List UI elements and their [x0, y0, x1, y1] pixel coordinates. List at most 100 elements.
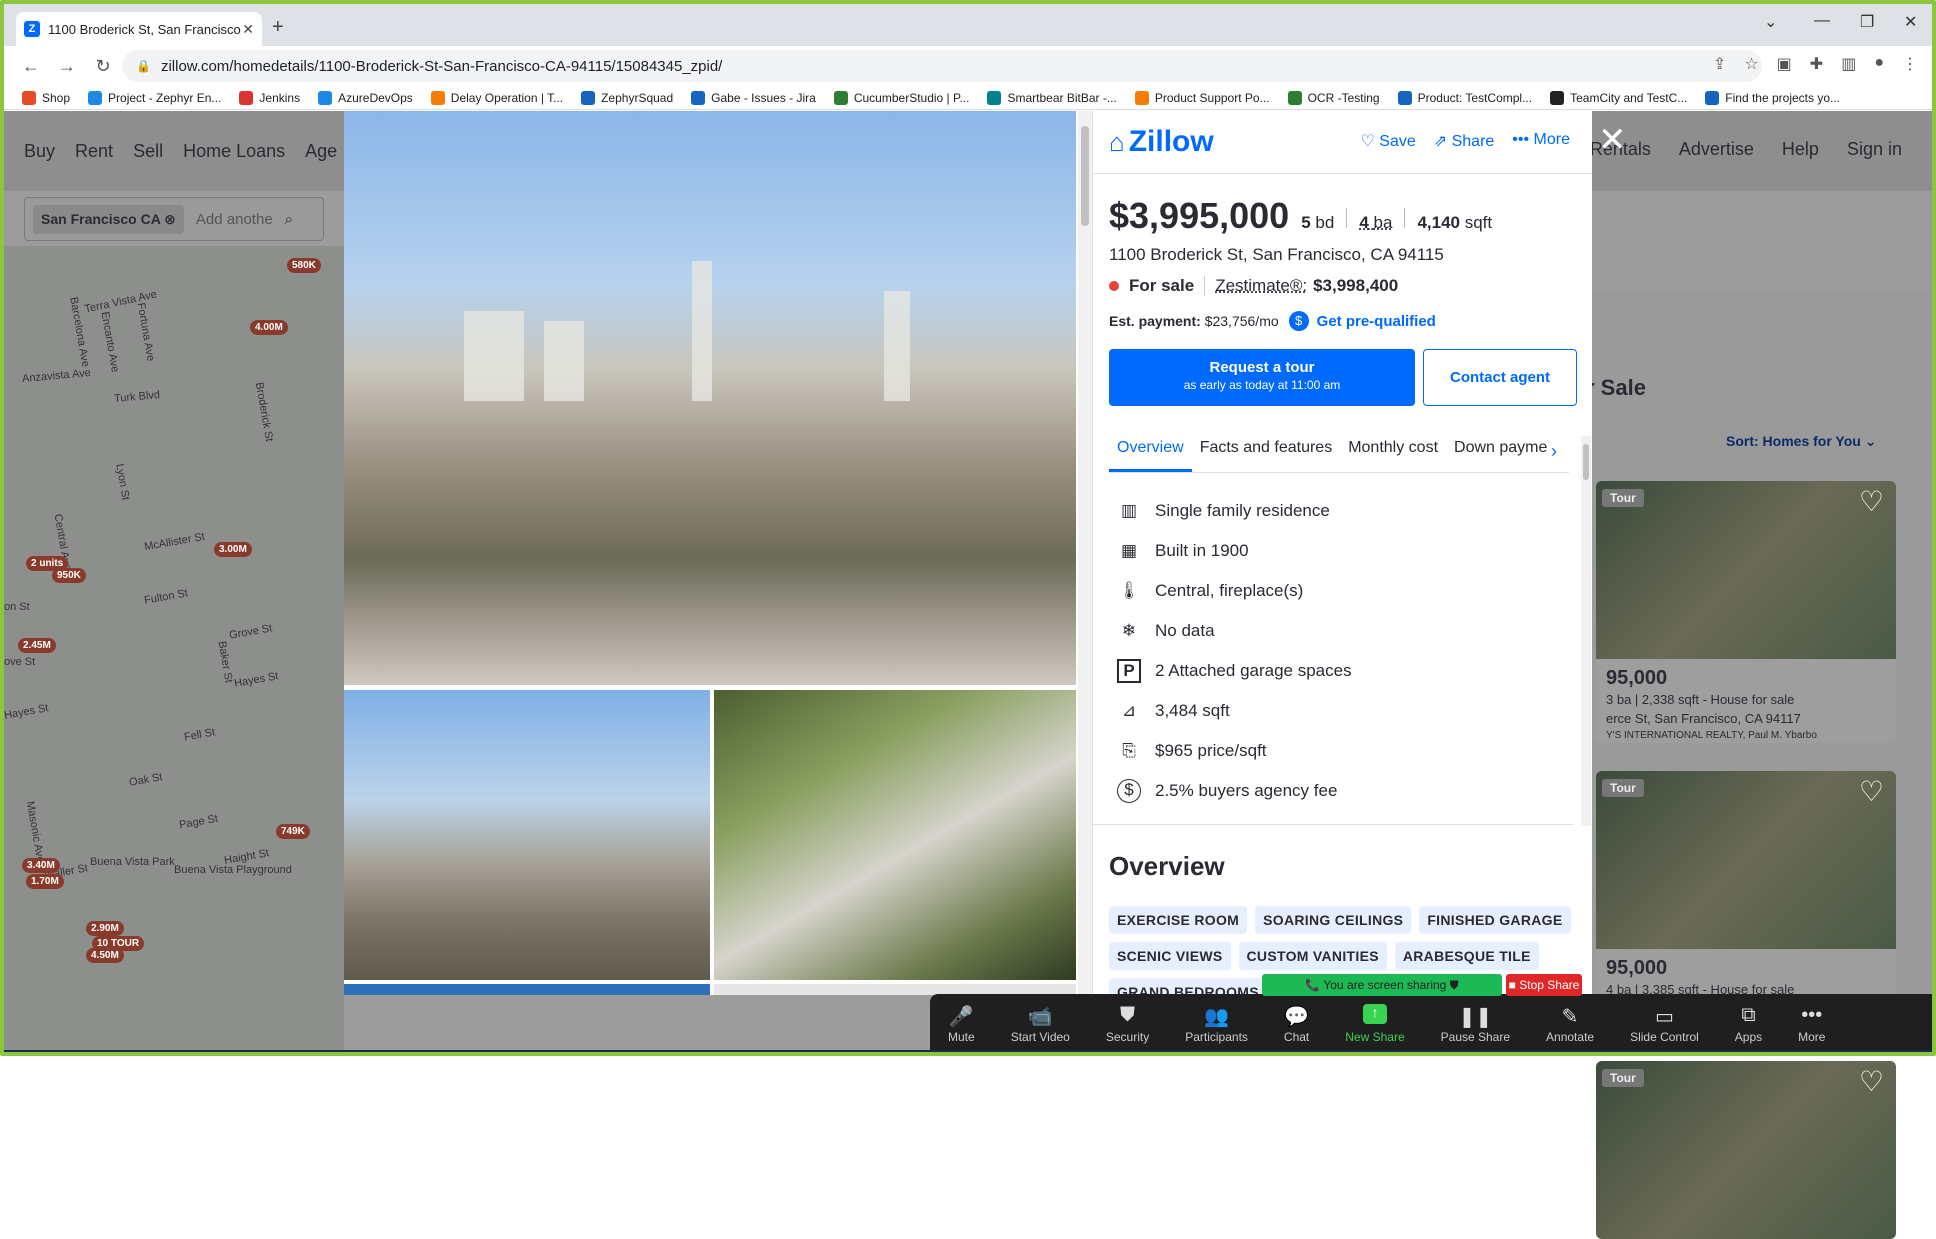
feature-tag[interactable]: ARABESQUE TILE [1394, 942, 1539, 970]
panel-scrollbar[interactable] [1581, 436, 1591, 826]
feature-tag[interactable]: FINISHED GARAGE [1419, 906, 1571, 934]
listing-card-photo[interactable]: Tour ♡ [1596, 481, 1896, 659]
feature-tag[interactable]: SCENIC VIEWS [1109, 942, 1231, 970]
zestimate-link[interactable]: Zestimate®: [1204, 276, 1307, 296]
profile-avatar-icon[interactable]: ● [1874, 54, 1884, 74]
bookmark-item[interactable]: Jenkins [239, 90, 300, 105]
bookmark-item[interactable]: Shop [22, 90, 70, 105]
tab-facts-and-features[interactable]: Facts and features [1192, 431, 1341, 472]
listing-card[interactable]: Tour ♡ [1596, 1061, 1896, 1239]
menu-icon[interactable]: ⋮ [1902, 54, 1918, 74]
close-modal-icon[interactable]: ✕ [1598, 120, 1627, 160]
side-panel-icon[interactable]: ▥ [1841, 54, 1856, 74]
bookmark-item[interactable]: Find the projects yo... [1705, 90, 1840, 105]
map-price-pin[interactable]: 580K [287, 258, 321, 273]
location-search-placeholder[interactable]: Add anothe [196, 211, 273, 228]
heart-icon[interactable]: ♡ [1859, 775, 1884, 808]
url-bar[interactable]: 🔒 zillow.com/homedetails/1100-Broderick-… [122, 50, 1762, 82]
zoom-apps-button[interactable]: ⧉ Apps [1735, 1004, 1762, 1044]
map-price-pin[interactable]: 3.00M [214, 542, 252, 557]
share-button[interactable]: ⇗ Share [1434, 131, 1495, 151]
zoom-start-video-button[interactable]: 📹 Start Video [1011, 1004, 1070, 1044]
bookmark-item[interactable]: Product Support Po... [1134, 90, 1270, 105]
map-price-pin[interactable]: 749K [276, 824, 310, 839]
map-price-pin[interactable]: 4.00M [250, 320, 288, 335]
site-nav-sell[interactable]: Sell [133, 141, 163, 162]
tab-down-payme[interactable]: Down payme [1446, 431, 1555, 472]
forward-icon[interactable]: → [58, 56, 76, 77]
photo-gallery[interactable] [344, 111, 1092, 995]
bookmark-item[interactable]: Project - Zephyr En... [88, 90, 221, 105]
bookmark-item[interactable]: Product: TestCompl... [1397, 90, 1532, 105]
save-button[interactable]: ♡ Save [1360, 131, 1415, 151]
listing-card-photo[interactable]: Tour ♡ [1596, 1061, 1896, 1239]
tab-monthly-cost[interactable]: Monthly cost [1340, 431, 1446, 472]
site-nav-age[interactable]: Age [305, 141, 337, 162]
new-tab-icon[interactable]: + [272, 16, 284, 39]
map-price-pin[interactable]: 950K [52, 568, 86, 583]
gallery-scrollbar[interactable] [1078, 111, 1092, 995]
zoom-chat-button[interactable]: 💬 Chat [1284, 1004, 1309, 1044]
zoom-annotate-button[interactable]: ✎ Annotate [1546, 1004, 1594, 1044]
browser-tab[interactable]: Z 1100 Broderick St, San Francisco ✕ [16, 12, 262, 46]
back-icon[interactable]: ← [22, 56, 40, 77]
map-price-pin[interactable]: 2.90M [86, 921, 124, 936]
listing-photo-city-view[interactable] [344, 690, 710, 980]
stop-share-button[interactable]: ■ Stop Share [1506, 974, 1582, 996]
location-search[interactable]: San Francisco CA ⊗ Add anothe ⌕ [24, 197, 324, 241]
tab-search-icon[interactable]: ⌄ [1764, 12, 1777, 32]
close-window-icon[interactable]: ✕ [1904, 12, 1917, 32]
zoom-slide-control-button[interactable]: ▭ Slide Control [1630, 1004, 1699, 1044]
listing-photo-house-exterior[interactable] [714, 690, 1076, 980]
minimize-icon[interactable]: — [1814, 12, 1830, 30]
fact-text[interactable]: 2.5% buyers agency fee [1155, 781, 1337, 801]
chevron-right-icon[interactable]: › [1551, 441, 1557, 462]
bookmark-item[interactable]: TeamCity and TestC... [1550, 90, 1687, 105]
zoom-more-button[interactable]: ••• More [1798, 1004, 1825, 1044]
zoom-pause-share-button[interactable]: ❚❚ Pause Share [1441, 1004, 1510, 1044]
map[interactable]: Terra Vista Ave Barcelona Ave Encanto Ave F… [3, 246, 344, 1050]
site-nav-advertise[interactable]: Advertise [1679, 139, 1754, 160]
lock-icon[interactable]: 🔒 [136, 59, 151, 73]
bookmark-item[interactable]: CucumberStudio | P... [833, 90, 969, 105]
listing-card[interactable]: Tour ♡ 95,000 3 ba | 2,338 sqft - House for… [1596, 481, 1896, 743]
contact-agent-button[interactable]: Contact agent [1423, 349, 1577, 406]
map-price-pin[interactable]: 2.45M [18, 638, 56, 653]
more-button[interactable]: ••• More [1512, 131, 1570, 151]
heart-icon[interactable]: ♡ [1859, 1065, 1884, 1098]
zoom-new-share-button[interactable]: ↑ New Share [1345, 1004, 1405, 1044]
zoom-mute-button[interactable]: 🎤 Mute [948, 1004, 975, 1044]
site-nav-buy[interactable]: Buy [24, 141, 55, 162]
listing-photo-skyline[interactable] [344, 111, 1076, 685]
tab-overview[interactable]: Overview [1109, 431, 1192, 472]
map-price-pin[interactable]: 4.50M [86, 948, 124, 963]
site-nav-home-loans[interactable]: Home Loans [183, 141, 285, 162]
site-nav-rent[interactable]: Rent [75, 141, 113, 162]
zillow-logo[interactable]: ⌂ Zillow [1109, 125, 1214, 159]
restore-icon[interactable]: ❐ [1860, 12, 1874, 32]
bookmark-item[interactable]: Smartbear BitBar -... [987, 90, 1117, 105]
heart-icon[interactable]: ♡ [1859, 485, 1884, 518]
bookmark-star-icon[interactable]: ☆ [1744, 54, 1758, 74]
request-tour-button[interactable]: Request a tour as early as today at 11:0… [1109, 349, 1415, 406]
bookmark-item[interactable]: Delay Operation | T... [430, 90, 563, 105]
feature-tag[interactable]: CUSTOM VANITIES [1238, 942, 1387, 970]
extension-icon[interactable]: ▣ [1777, 54, 1792, 74]
site-nav-sign-in[interactable]: Sign in [1847, 139, 1902, 160]
bookmark-item[interactable]: OCR -Testing [1287, 90, 1380, 105]
feature-tag[interactable]: GRAND BEDROOMS [1109, 978, 1267, 995]
zoom-security-button[interactable]: ⛊ Security [1106, 1004, 1149, 1044]
map-price-pin[interactable]: 1.70M [26, 874, 64, 889]
listing-photo-sky[interactable] [344, 984, 710, 995]
sort-dropdown[interactable]: Sort: Homes for You ⌄ [1726, 433, 1876, 450]
map-price-pin[interactable]: 3.40M [22, 858, 60, 873]
feature-tag[interactable]: EXERCISE ROOM [1109, 906, 1248, 934]
bookmark-item[interactable]: ZephyrSquad [581, 90, 673, 105]
reload-icon[interactable]: ↻ [94, 56, 112, 77]
bookmark-item[interactable]: AzureDevOps [318, 90, 413, 105]
puzzle-icon[interactable]: ✚ [1810, 54, 1823, 74]
listing-card-photo[interactable]: Tour ♡ [1596, 771, 1896, 949]
get-prequalified-link[interactable]: Get pre-qualified [1317, 313, 1436, 330]
search-icon[interactable]: ⌕ [285, 211, 293, 228]
bookmark-item[interactable]: Gabe - Issues - Jira [691, 90, 816, 105]
